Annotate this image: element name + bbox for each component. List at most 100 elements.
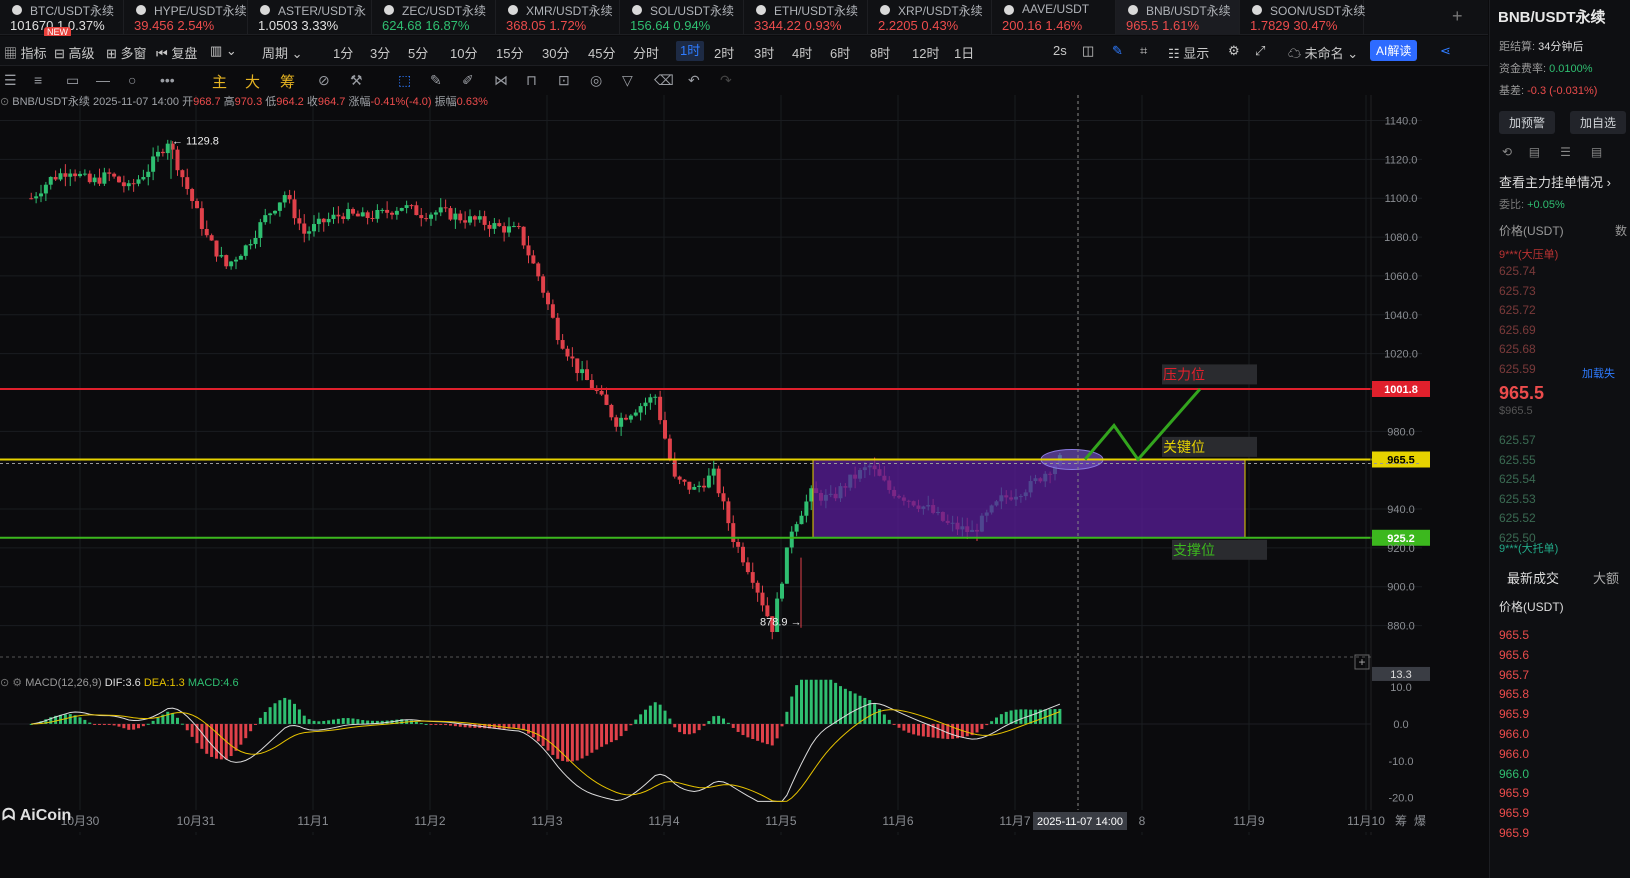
add-alert-button[interactable]: 加预警 (1499, 111, 1556, 134)
measure-icon[interactable]: ⋈ (494, 72, 508, 89)
chip-chip[interactable]: 筹 (280, 71, 295, 92)
refresh-interval[interactable]: 2s (1053, 43, 1067, 58)
price-header: 价格(USDT) (1499, 224, 1564, 238)
hide-icon[interactable]: ⊡ (558, 72, 570, 89)
main-chip[interactable]: 主 (212, 71, 227, 92)
calc-icon[interactable]: ⊘ (318, 72, 330, 89)
pencil-icon[interactable]: ✐ (462, 72, 474, 89)
brush-icon[interactable]: ✎ (430, 72, 442, 89)
add-watch-button[interactable]: 加自选 (1570, 111, 1627, 134)
ai-button[interactable]: AI解读 (1370, 40, 1418, 61)
period-option[interactable]: 45分 (588, 43, 615, 62)
settle-value: 34分钟后 (1538, 41, 1584, 53)
template-dropdown[interactable]: ☁ 未命名 ⌄ (1288, 43, 1358, 62)
replay-button[interactable]: ⏮ 复盘 (156, 43, 197, 62)
add-tab-icon[interactable]: + (1452, 6, 1463, 27)
period-option[interactable]: 12时 (912, 43, 939, 62)
more-icon[interactable]: ••• (160, 72, 175, 88)
macd-bar (561, 723, 565, 761)
period-option[interactable]: 1日 (954, 43, 974, 62)
big-trades-tab[interactable]: 大额 (1593, 568, 1619, 587)
period-option[interactable]: 30分 (542, 43, 569, 62)
period-option[interactable]: 3时 (754, 43, 774, 62)
trades-tab[interactable]: 最新成交 (1507, 568, 1559, 587)
menu-icon[interactable]: ☰ (4, 72, 17, 89)
line-icon[interactable]: — (96, 72, 110, 88)
range-box[interactable] (812, 458, 1246, 539)
ticker-tab[interactable]: ETH/USDT永续 3344.22 0.93% (744, 0, 868, 35)
period-option[interactable]: 4时 (792, 43, 812, 62)
list-icon[interactable]: ≡ (34, 72, 42, 88)
magnet-icon[interactable]: ◎ (590, 72, 602, 89)
macd-bar (975, 723, 979, 733)
circle-icon[interactable]: ○ (128, 72, 136, 88)
macd-bar (999, 714, 1003, 724)
candle (287, 189, 292, 204)
candle-body (414, 205, 419, 216)
axis-burst-icon[interactable]: 爆 (1414, 814, 1426, 828)
period-option[interactable]: 1分 (333, 43, 353, 62)
macd-bar (288, 699, 292, 724)
macd-bar (580, 723, 584, 759)
ticker-tab[interactable]: ZEC/USDT永续 624.68 16.87% (372, 0, 496, 35)
ticker-tab[interactable]: SOON/USDT永续 1.7829 30.47% (1240, 0, 1365, 35)
period-option[interactable]: 2时 (714, 43, 734, 62)
advanced-button[interactable]: ⊟ 高级 (54, 43, 95, 62)
period-option[interactable]: 10分 (450, 43, 477, 62)
ticker-tab[interactable]: XMR/USDT永续 368.05 1.72% (496, 0, 620, 35)
period-option[interactable]: 5分 (408, 43, 428, 62)
multi-window-button[interactable]: ⊞ 多窗 (106, 43, 147, 62)
layout-icon[interactable]: ⌗ (1140, 43, 1147, 59)
ticker-tab[interactable]: HYPE/USDT永续 39.456 2.54% (124, 0, 248, 35)
period-option[interactable]: 分时 (633, 43, 659, 62)
axis-chip-icon[interactable]: 筹 (1395, 814, 1407, 828)
period-option[interactable]: 6时 (830, 43, 850, 62)
candle-body (39, 193, 43, 197)
period-option[interactable]: 1时 (676, 41, 705, 61)
candle (692, 483, 697, 490)
ticker-tab[interactable]: XRP/USDT永续 2.2205 0.43% (868, 0, 992, 35)
time-axis[interactable]: 10月30 10月31 11月1 11月2 11月3 11月4 11月5 11月6 11月7 8 1… (0, 810, 1488, 832)
cursor-icon[interactable]: ⬚ (398, 72, 411, 89)
indicator-button[interactable]: ▦ 指标 (4, 43, 47, 62)
candle (702, 478, 706, 492)
settings-icon[interactable]: ⚙ (1228, 43, 1240, 59)
redo-icon[interactable]: ↷ (720, 72, 732, 89)
book-mode-icons[interactable]: ⟲ ▤ ☰ ▤ (1502, 145, 1602, 159)
period-option[interactable]: 3分 (370, 43, 390, 62)
macd-bar (917, 723, 920, 736)
coin-icon (384, 5, 394, 15)
period-option[interactable]: 8时 (870, 43, 890, 62)
rect-icon[interactable]: ▭ (66, 72, 79, 89)
big-chip[interactable]: 大 (245, 71, 260, 92)
ticker-tab[interactable]: BNB/USDT永续 965.5 1.61% (1116, 0, 1240, 35)
filter-icon[interactable]: ▽ (622, 72, 633, 89)
coin-icon (756, 5, 766, 15)
camera-icon[interactable]: ◫ (1082, 43, 1094, 59)
ticker-tab[interactable]: AAVE/USDT 200.16 1.46% (992, 0, 1116, 35)
undo-icon[interactable]: ↶ (688, 72, 700, 89)
ask-row: 625.72 (1499, 303, 1536, 317)
book-title[interactable]: 查看主力挂单情况 › (1499, 172, 1611, 191)
ticker-bar: BTC/USDT永续 101670.1 0.37% NEW HYPE/USDT永续 39… (0, 0, 1488, 38)
macd-bar (449, 723, 452, 726)
display-button[interactable]: ☷ 显示 (1168, 43, 1209, 62)
trash-icon[interactable]: ⌫ (654, 72, 674, 89)
ruler-icon[interactable]: ⚒ (350, 72, 363, 89)
price-chart[interactable]: 1001.8965.5925.2压力位关键位支撑位← 1129.8878.9 →… (0, 95, 1488, 878)
period-option[interactable]: 15分 (496, 43, 523, 62)
period-dropdown[interactable]: 周期 ⌄ (262, 43, 303, 62)
candle-body (536, 263, 541, 277)
share-icon[interactable]: ⋖ (1440, 43, 1451, 59)
macd-eye-icon[interactable]: ⊙ ⚙ (0, 677, 22, 689)
ticker-tab[interactable]: SOL/USDT永续 156.64 0.94% (620, 0, 744, 35)
candle-body (731, 523, 736, 543)
eye-icon[interactable]: ⊙ (0, 96, 9, 108)
pen-icon[interactable]: ✎ (1112, 43, 1123, 59)
candle-body (448, 208, 453, 220)
ticker-tab[interactable]: ASTER/USDT永 1.0503 3.33% (248, 0, 372, 35)
fullscreen-icon[interactable]: ⤢ (1255, 43, 1265, 59)
chart-type-icon[interactable]: ▥ ⌄ (210, 43, 237, 59)
ticker-tab[interactable]: BTC/USDT永续 101670.1 0.37% NEW (0, 0, 124, 38)
lock-icon[interactable]: ⊓ (526, 72, 537, 89)
